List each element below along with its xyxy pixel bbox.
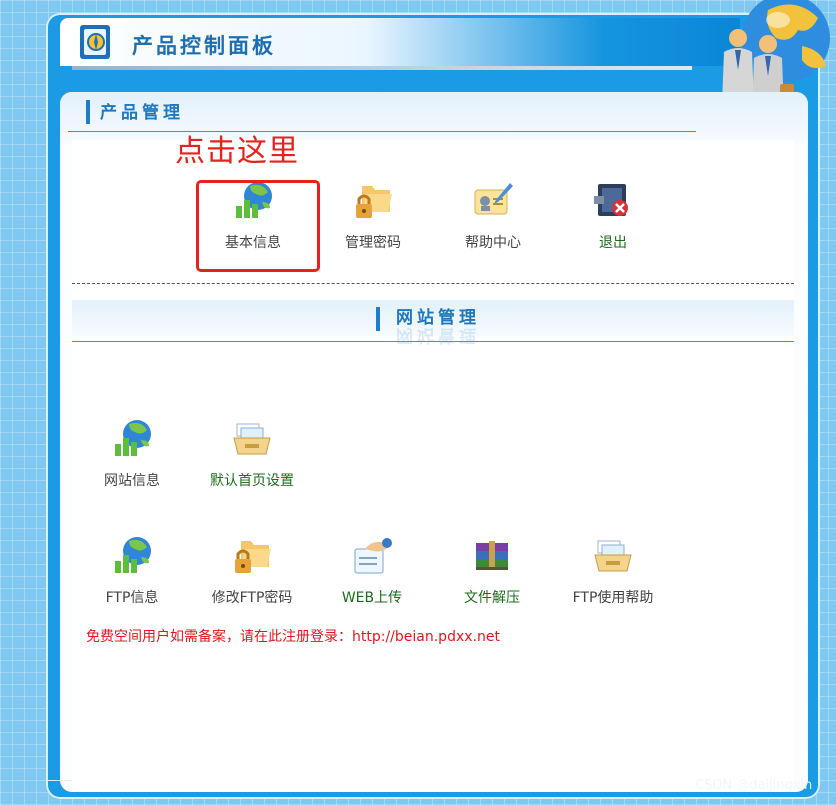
locked-folder-icon: [235, 541, 271, 573]
tile-label: 修改FTP密码: [211, 590, 293, 606]
section-bar-product: [86, 100, 90, 124]
archive-books-icon: [476, 541, 508, 570]
section-title-product: 产品管理: [100, 103, 184, 123]
tile-site-info[interactable]: 网站信息: [72, 418, 192, 490]
upload-hand-icon: [354, 538, 392, 574]
tile-label: WEB上传: [341, 590, 403, 606]
tile-label: FTP信息: [105, 590, 159, 606]
header-underline: [72, 66, 692, 70]
locked-folder-icon: [356, 186, 392, 218]
tile-file-extract[interactable]: 文件解压: [432, 535, 552, 607]
control-panel-logo-icon: [80, 25, 110, 59]
tile-change-ftp-password[interactable]: 修改FTP密码: [192, 535, 312, 607]
tile-ftp-info[interactable]: FTP信息: [72, 535, 192, 607]
tile-label: 文件解压: [464, 590, 520, 606]
page-title: 产品控制面板: [132, 34, 276, 58]
id-card-pen-icon: [474, 183, 513, 215]
file-tray-icon: [594, 540, 632, 572]
globe-chart-icon: [115, 537, 151, 573]
highlight-box: [196, 180, 320, 272]
section-bar-site: [376, 307, 380, 331]
tile-logout[interactable]: 退出: [553, 180, 673, 252]
tile-label: 退出: [599, 235, 627, 251]
annotation-click-here: 点击这里: [175, 134, 299, 169]
section-line-site: [72, 341, 794, 342]
dashed-divider: [72, 283, 794, 284]
tile-ftp-help[interactable]: FTP使用帮助: [553, 535, 673, 607]
tile-label: FTP使用帮助: [572, 590, 654, 606]
tile-label: 网站信息: [104, 473, 160, 489]
tile-label: 管理密码: [345, 235, 401, 251]
tile-help-center[interactable]: 帮助中心: [433, 180, 553, 252]
tile-web-upload[interactable]: WEB上传: [312, 535, 432, 607]
beian-notice-link[interactable]: 免费空间用户如需备案，请在此注册登录：http://beian.pdxx.net: [86, 626, 500, 646]
globe-chart-icon: [115, 420, 151, 456]
section-line-product: [68, 131, 696, 132]
csdn-watermark: CSDN @daijingxin: [695, 778, 813, 793]
file-tray-icon: [233, 423, 271, 455]
frame-tick: [46, 780, 72, 781]
exit-door-icon: [594, 184, 628, 216]
tile-manage-password[interactable]: 管理密码: [313, 180, 433, 252]
tile-label: 默认首页设置: [210, 473, 294, 489]
tile-label: 帮助中心: [465, 235, 521, 251]
tile-default-homepage[interactable]: 默认首页设置: [192, 418, 312, 490]
section-title-site-reflection: 网站管理: [396, 325, 480, 345]
